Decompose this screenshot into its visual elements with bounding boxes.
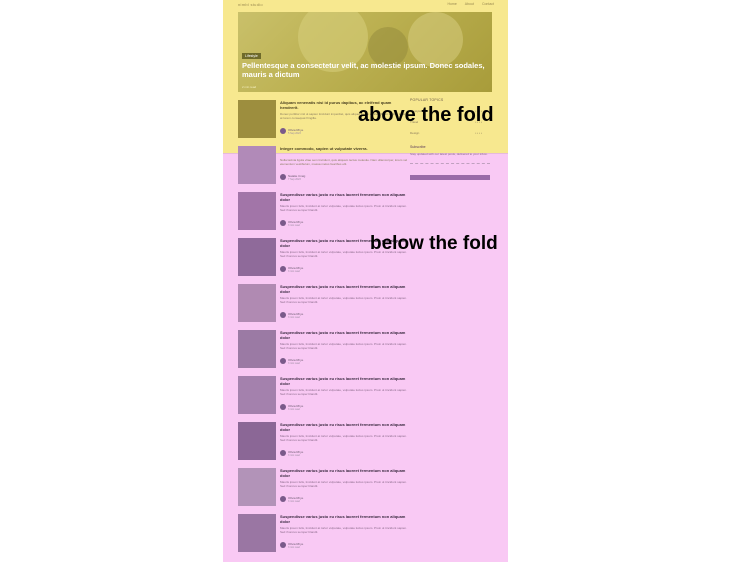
post-author: Olivia Rhye 3 min read (280, 542, 340, 550)
nav-link-contact[interactable]: Contact (482, 2, 494, 6)
post-title[interactable]: Suspendisse varius justo eu risus laoree… (280, 514, 408, 524)
post-title[interactable]: Suspendisse varius justo eu risus laoree… (280, 468, 408, 478)
post-date: 3 min read (288, 270, 300, 273)
post-thumbnail[interactable] (238, 146, 276, 184)
avatar (280, 450, 286, 456)
post-date: 3 min read (288, 408, 300, 411)
topic-label: Design (410, 131, 420, 135)
post-thumbnail[interactable] (238, 330, 276, 368)
avatar (280, 266, 286, 272)
post-title[interactable]: Integer commodo, sapien ut vulputate viv… (280, 146, 408, 151)
page-wireframe: nimbl studio Home About Contact Lifestyl… (223, 0, 508, 562)
post-author: Olivia Rhye 3 min read (280, 358, 340, 366)
post-date: 7 Sep 2023 (288, 178, 301, 181)
post-date: 3 min read (288, 224, 300, 227)
post-list: Aliquam venenatis nisi id purus dapibus,… (238, 98, 408, 558)
post-thumbnail[interactable] (238, 422, 276, 460)
post-title[interactable]: Suspendisse varius justo eu risus laoree… (280, 376, 408, 386)
post-excerpt: Mauris ipsum felis, tincidunt at tortor … (280, 204, 407, 212)
hero-featured-post[interactable]: Lifestyle Pellentesque a consectetur vel… (238, 12, 492, 92)
post-card[interactable]: Suspendisse varius justo eu risus laoree… (238, 420, 408, 466)
post-title[interactable]: Suspendisse varius justo eu risus laoree… (280, 330, 408, 340)
hero-title[interactable]: Pellentesque a consectetur velit, ac mol… (242, 61, 488, 79)
avatar (280, 404, 286, 410)
post-author: Olivia Rhye 3 min read (280, 404, 340, 412)
post-thumbnail[interactable] (238, 468, 276, 506)
nav-links: Home About Contact (447, 2, 494, 6)
post-thumbnail[interactable] (238, 100, 276, 138)
post-author: Olivia Rhye 3 min read (280, 450, 340, 458)
post-thumbnail[interactable] (238, 376, 276, 414)
subscribe-button[interactable] (410, 175, 490, 180)
below-fold-label: below the fold (370, 233, 498, 254)
post-excerpt: Mauris ipsum felis, tincidunt at tortor … (280, 296, 407, 304)
post-card[interactable]: Suspendisse varius justo eu risus laoree… (238, 328, 408, 374)
post-thumbnail[interactable] (238, 238, 276, 276)
post-card[interactable]: Integer commodo, sapien ut vulputate viv… (238, 144, 408, 190)
hero-meta: 2 min read (242, 85, 257, 89)
avatar (280, 128, 286, 134)
avatar (280, 174, 286, 180)
post-date: 3 min read (288, 454, 300, 457)
post-author: Olivia Rhye 3 min read (280, 312, 340, 320)
nav-link-home[interactable]: Home (447, 2, 456, 6)
avatar (280, 496, 286, 502)
post-date: 5 Sep 2023 (288, 132, 301, 135)
post-author: Olivia Rhye 5 Sep 2023 (280, 128, 340, 136)
post-thumbnail[interactable] (238, 284, 276, 322)
avatar (280, 358, 286, 364)
post-author: Olivia Rhye 3 min read (280, 220, 340, 228)
post-author: Natalie Craig 7 Sep 2023 (280, 174, 340, 182)
topic-count: • • • • (475, 131, 482, 135)
hero-category-tag[interactable]: Lifestyle (242, 53, 261, 59)
post-date: 3 min read (288, 362, 300, 365)
popular-topics-heading: POPULAR TOPICS (410, 98, 444, 102)
post-excerpt: Nulla lacinia ligula vitae sem tincidunt… (280, 158, 408, 166)
post-card[interactable]: Suspendisse varius justo eu risus laoree… (238, 512, 408, 558)
site-logo[interactable]: nimbl studio (238, 2, 263, 7)
above-fold-label: above the fold (358, 104, 494, 126)
avatar (280, 220, 286, 226)
post-excerpt: Mauris ipsum felis, tincidunt at tortor … (280, 434, 407, 442)
post-date: 3 min read (288, 546, 300, 549)
post-title[interactable]: Suspendisse varius justo eu risus laoree… (280, 422, 408, 432)
post-thumbnail[interactable] (238, 514, 276, 552)
post-excerpt: Mauris ipsum felis, tincidunt at tortor … (280, 342, 407, 350)
post-excerpt: Mauris ipsum felis, tincidunt at tortor … (280, 480, 407, 488)
post-thumbnail[interactable] (238, 192, 276, 230)
post-author: Olivia Rhye 3 min read (280, 496, 340, 504)
subscribe-heading: Subscribe (410, 145, 426, 149)
email-field[interactable] (410, 159, 490, 164)
post-title[interactable]: Suspendisse varius justo eu risus laoree… (280, 284, 408, 294)
post-excerpt: Mauris ipsum felis, tincidunt at tortor … (280, 526, 407, 534)
post-card[interactable]: Suspendisse varius justo eu risus laoree… (238, 374, 408, 420)
post-card[interactable]: Suspendisse varius justo eu risus laoree… (238, 466, 408, 512)
nav-link-about[interactable]: About (465, 2, 474, 6)
hero-image-shape (408, 12, 463, 67)
post-author: Olivia Rhye 3 min read (280, 266, 340, 274)
topic-row[interactable]: Design • • • • (410, 128, 490, 139)
post-card[interactable]: Suspendisse varius justo eu risus laoree… (238, 190, 408, 236)
post-excerpt: Mauris ipsum felis, tincidunt at tortor … (280, 388, 407, 396)
post-card[interactable]: Suspendisse varius justo eu risus laoree… (238, 282, 408, 328)
avatar (280, 542, 286, 548)
subscribe-text: Stay updated with our latest posts, deli… (410, 152, 488, 156)
avatar (280, 312, 286, 318)
post-title[interactable]: Suspendisse varius justo eu risus laoree… (280, 192, 408, 202)
post-date: 3 min read (288, 500, 300, 503)
post-date: 3 min read (288, 316, 300, 319)
